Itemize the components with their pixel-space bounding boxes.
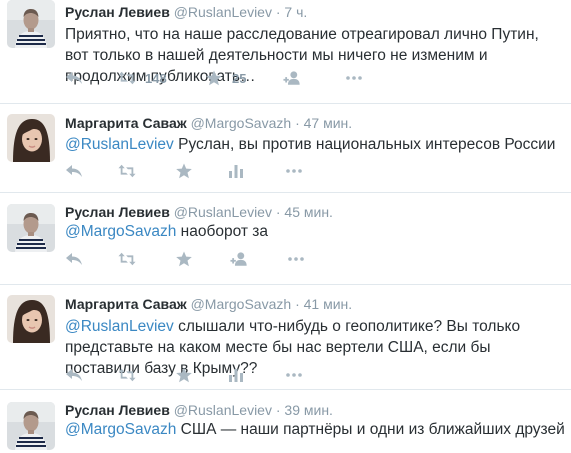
reply-button[interactable] [65, 161, 83, 181]
reply-icon [65, 367, 83, 383]
tweet-actions [65, 365, 465, 385]
follow-icon [283, 70, 301, 86]
more-icon [287, 251, 305, 267]
favorite-button[interactable] [175, 249, 193, 269]
follow-button[interactable] [283, 68, 301, 88]
tweet-item[interactable]: Маргарита Саваж @MargoSavazh · 41 мин. @… [0, 284, 571, 388]
separator-dot: · [275, 204, 281, 220]
tweet-item[interactable]: Маргарита Саваж @MargoSavazh · 47 мин. @… [0, 103, 571, 191]
more-button[interactable] [285, 161, 303, 181]
author-name[interactable]: Маргарита Саваж [65, 296, 187, 312]
more-button[interactable] [285, 365, 303, 385]
author-handle[interactable]: @RuslanLeviev [174, 402, 272, 418]
favorite-button[interactable] [175, 161, 193, 181]
tweet-item[interactable]: Руслан Левиев @RuslanLeviev · 7 ч. Прият… [0, 0, 571, 100]
author-handle[interactable]: @RuslanLeviev [174, 204, 272, 220]
tweet-mention[interactable]: @RuslanLeviev [65, 318, 174, 335]
tweet-item[interactable]: Руслан Левиев @RuslanLeviev · 45 мин. @M… [0, 192, 571, 283]
tweet-time[interactable]: 41 мин. [304, 296, 353, 312]
tweet-actions [65, 249, 465, 269]
analytics-button[interactable] [227, 161, 245, 181]
retweet-button[interactable]: 148 [118, 68, 167, 88]
tweet-mention[interactable]: @RuslanLeviev [65, 136, 174, 153]
retweet-icon [118, 70, 136, 86]
tweet-body: США — наши партнёры и одни из ближайших … [176, 421, 565, 438]
author-handle[interactable]: @MargoSavazh [191, 296, 292, 312]
avatar[interactable] [7, 204, 55, 252]
analytics-button[interactable] [227, 365, 245, 385]
author-name[interactable]: Маргарита Саваж [65, 115, 187, 131]
author-name[interactable]: Руслан Левиев [65, 204, 170, 220]
tweet-header: Руслан Левиев @RuslanLeviev · 39 мин. [65, 402, 333, 419]
more-icon [285, 163, 303, 179]
separator-dot: · [295, 296, 300, 312]
retweet-button[interactable] [118, 161, 136, 181]
favorite-button[interactable]: 25 [205, 68, 246, 88]
tweet-header: Маргарита Саваж @MargoSavazh · 41 мин. [65, 296, 352, 313]
tweet-text: @MargoSavazh США — наши партнёры и одни … [65, 419, 565, 440]
tweet-text: @MargoSavazh наоборот за [65, 221, 565, 242]
favorite-button[interactable] [175, 365, 193, 385]
avatar[interactable] [7, 114, 55, 162]
tweet-actions: 148 25 [65, 68, 465, 88]
star-icon [175, 251, 193, 267]
tweet-time[interactable]: 7 ч. [284, 4, 307, 20]
tweet-header: Руслан Левиев @RuslanLeviev · 7 ч. [65, 4, 307, 21]
analytics-icon [227, 367, 245, 383]
author-handle[interactable]: @RuslanLeviev [174, 4, 272, 20]
reply-icon [65, 163, 83, 179]
tweet-item[interactable]: Руслан Левиев @RuslanLeviev · 39 мин. @M… [0, 389, 571, 453]
retweet-icon [118, 251, 136, 267]
star-icon [205, 70, 223, 86]
retweet-button[interactable] [118, 365, 136, 385]
reply-button[interactable] [65, 249, 83, 269]
reply-button[interactable] [65, 365, 83, 385]
tweet-actions [65, 161, 465, 181]
star-icon [175, 367, 193, 383]
tweet-text: @RuslanLeviev Руслан, вы против национал… [65, 134, 565, 155]
reply-icon [65, 70, 83, 86]
tweet-body: наоборот за [176, 223, 269, 240]
reply-icon [65, 251, 83, 267]
more-icon [345, 70, 363, 86]
retweet-button[interactable] [118, 249, 136, 269]
retweet-icon [118, 163, 136, 179]
favorite-count: 25 [232, 70, 247, 86]
star-icon [175, 163, 193, 179]
author-handle[interactable]: @MargoSavazh [191, 115, 292, 131]
tweet-header: Маргарита Саваж @MargoSavazh · 47 мин. [65, 115, 352, 132]
follow-button[interactable] [230, 249, 248, 269]
reply-button[interactable] [65, 68, 83, 88]
tweet-body: Руслан, вы против национальных интересов… [173, 136, 556, 153]
separator-dot: · [295, 115, 300, 131]
author-name[interactable]: Руслан Левиев [65, 4, 170, 20]
more-button[interactable] [345, 68, 363, 88]
avatar[interactable] [7, 0, 55, 48]
tweet-time[interactable]: 39 мин. [284, 402, 333, 418]
author-name[interactable]: Руслан Левиев [65, 402, 170, 418]
tweet-time[interactable]: 45 мин. [284, 204, 333, 220]
follow-icon [230, 251, 248, 267]
separator-dot: · [275, 4, 281, 20]
more-button[interactable] [287, 249, 305, 269]
more-icon [285, 367, 303, 383]
tweet-mention[interactable]: @MargoSavazh [65, 421, 176, 438]
retweet-icon [118, 367, 136, 383]
avatar[interactable] [7, 295, 55, 343]
tweet-mention[interactable]: @MargoSavazh [65, 223, 176, 240]
separator-dot: · [275, 402, 281, 418]
tweet-time[interactable]: 47 мин. [304, 115, 353, 131]
avatar[interactable] [7, 402, 55, 450]
tweet-header: Руслан Левиев @RuslanLeviev · 45 мин. [65, 204, 333, 221]
retweet-count: 148 [145, 70, 167, 86]
analytics-icon [227, 163, 245, 179]
